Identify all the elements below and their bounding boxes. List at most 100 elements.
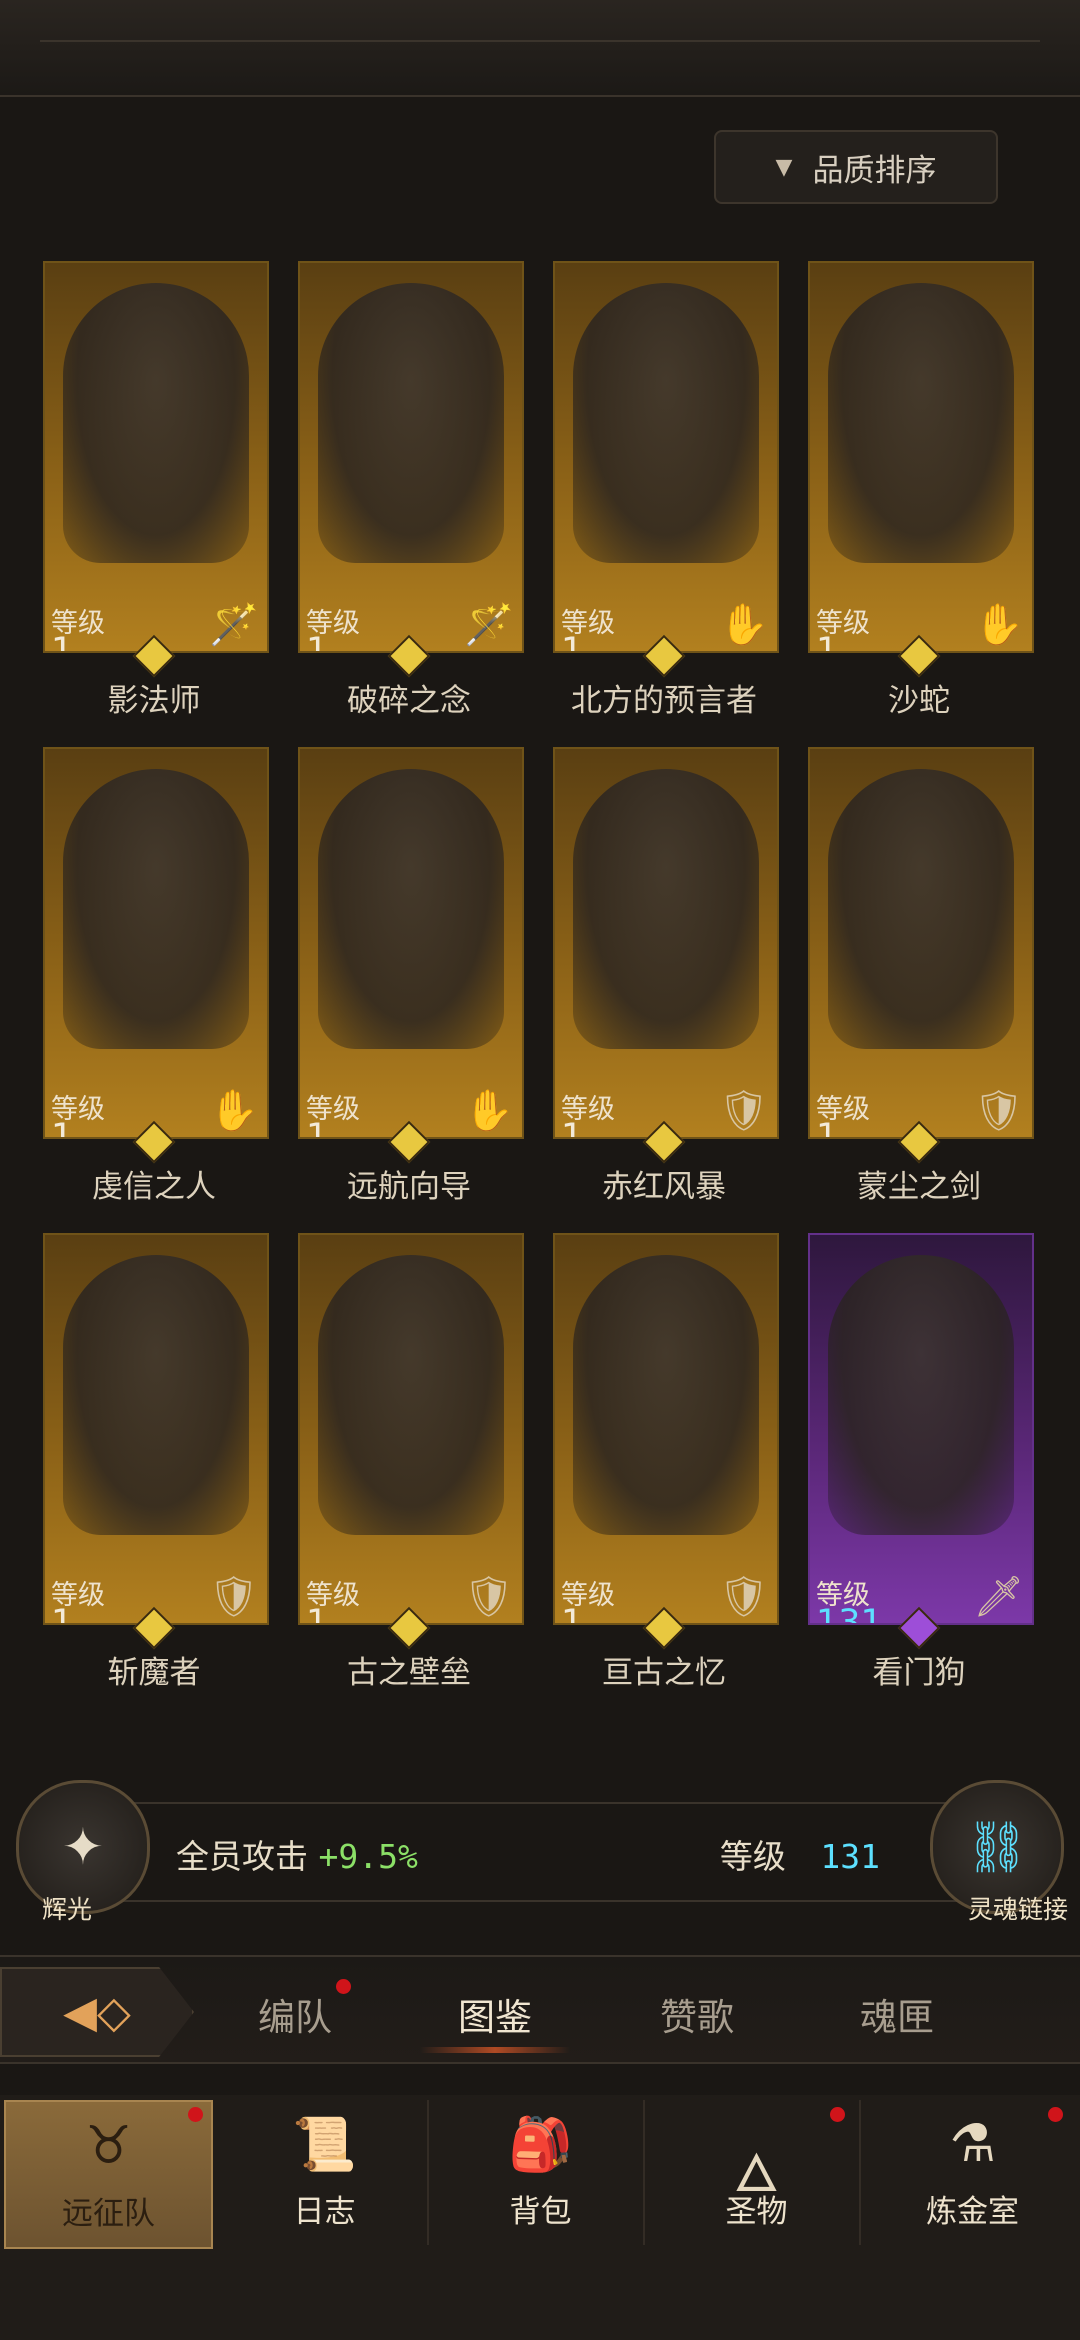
level-value: 1 [306,1603,329,1625]
hero-card[interactable]: 等级 1 🛡 蒙尘之剑 [803,731,1035,1205]
hero-card[interactable]: 等级 1 🛡 古之壁垒 [293,1217,525,1691]
hero-card[interactable]: 等级 1 ✋ 北方的预言者 [548,245,780,719]
shield-icon: 🛡 [718,1574,769,1620]
hero-name: 北方的预言者 [571,683,757,719]
hero-portrait: 等级 1 ✋ [553,261,779,653]
nav-expedition[interactable]: ♉ 远征队 [4,2100,213,2249]
back-button[interactable]: ◀◇ [0,1967,194,2057]
nav-backpack[interactable]: 🎒 背包 [438,2100,645,2245]
tab-formation[interactable]: 编队 [225,1987,365,2041]
hero-card[interactable]: 等级 1 ✋ 沙蛇 [803,245,1035,719]
hero-name: 影法师 [107,683,201,719]
tab-soul-box-label: 魂匣 [860,1996,934,2039]
hero-portrait: 等级 1 🛡 [808,747,1034,1139]
hero-figure [63,1255,249,1535]
level-value: 1 [51,631,74,653]
torch-icon: 🜂 [733,2144,780,2204]
nav-backpack-label: 背包 [509,2194,572,2230]
hero-figure [318,1255,504,1535]
hero-figure [828,283,1014,563]
compass-star-icon: ✦ [62,1818,104,1876]
notification-badge [188,2107,203,2122]
level-value: 1 [306,1117,329,1139]
hand-icon: ✋ [719,602,769,648]
hero-name: 沙蛇 [888,683,950,719]
hero-name: 看门狗 [872,1655,966,1691]
hero-card[interactable]: 等级 131 🗡 看门狗 [803,1217,1035,1691]
hero-figure [828,1255,1014,1535]
hero-name: 斩魔者 [107,1655,201,1691]
hand-icon: ✋ [209,1088,259,1134]
hero-figure [63,283,249,563]
hero-card[interactable]: 等级 1 🛡 斩魔者 [38,1217,270,1691]
bag-icon: 🎒 [508,2115,573,2175]
level-value: 1 [561,631,584,653]
horned-helmet-icon: ♉ [85,2116,132,2176]
hand-icon: ✋ [464,1088,514,1134]
level-value: 1 [561,1117,584,1139]
active-tab-indicator [420,2047,570,2053]
hero-figure [828,769,1014,1049]
nav-journal[interactable]: 📜 日志 [222,2100,429,2245]
hero-name: 赤红风暴 [602,1169,726,1205]
hero-portrait: 等级 1 ✋ [43,747,269,1139]
hero-name: 虔信之人 [92,1169,216,1205]
triangle-down-icon: ▼ [775,154,793,180]
arrow-left-icon: ◀◇ [63,1986,131,2038]
collection-level: 等级 131 [720,1830,880,1878]
hero-name: 亘古之忆 [602,1655,726,1691]
level-value: 1 [306,631,329,653]
hero-card[interactable]: 等级 1 🛡 赤红风暴 [548,731,780,1205]
tab-hymn[interactable]: 赞歌 [627,1987,767,2041]
hero-figure [573,1255,759,1535]
hero-figure [63,769,249,1049]
bonus-value: +9.5% [318,1837,418,1876]
hero-figure [573,769,759,1049]
radiance-label: 辉光 [42,1895,93,1924]
top-ornament-bar [0,0,1080,97]
hero-portrait: 等级 1 🪄 [43,261,269,653]
tab-soul-box[interactable]: 魂匣 [827,1987,967,2041]
chain-link-icon: ⛓ [965,1817,1029,1876]
level-value: 1 [816,1117,839,1139]
tab-formation-label: 编队 [258,1996,332,2039]
sub-tab-bar: ◀◇ 编队 图鉴 赞歌 魂匣 [0,1955,1080,2064]
hero-card[interactable]: 等级 1 🪄 破碎之念 [293,245,525,719]
hero-figure [318,769,504,1049]
hero-name: 蒙尘之剑 [857,1169,981,1205]
wand-icon: 🪄 [209,602,259,648]
hero-card[interactable]: 等级 1 🛡 亘古之忆 [548,1217,780,1691]
level-value: 1 [51,1603,74,1625]
hero-card[interactable]: 等级 1 🪄 影法师 [38,245,270,719]
hand-icon: ✋ [974,602,1024,648]
level-value: 1 [816,631,839,653]
hero-card[interactable]: 等级 1 ✋ 虔信之人 [38,731,270,1205]
nav-alchemy[interactable]: ⚗ 炼金室 [870,2100,1075,2245]
hero-portrait: 等级 131 🗡 [808,1233,1034,1625]
hero-portrait: 等级 1 🪄 [298,261,524,653]
collection-bonus-bar: ✦ 辉光 全员攻击 +9.5% 等级 131 ⛓ 灵魂链接 [0,1780,1080,1924]
hero-figure [318,283,504,563]
quality-sort-button[interactable]: ▼ 品质排序 [714,130,998,204]
notification-badge [830,2107,845,2122]
sword-icon: 🗡 [973,1574,1024,1620]
level-value: 1 [561,1603,584,1625]
nav-alchemy-label: 炼金室 [926,2194,1019,2230]
nav-relics[interactable]: 🜂 圣物 [654,2100,861,2245]
bottom-nav: ♉ 远征队 📜 日志 🎒 背包 🜂 圣物 ⚗ 炼金室 [0,2095,1080,2340]
hero-figure [573,283,759,563]
hero-card[interactable]: 等级 1 ✋ 远航向导 [293,731,525,1205]
alchemy-icon: ⚗ [949,2114,996,2174]
sort-label: 品质排序 [812,152,937,189]
collection-level-value: 131 [820,1837,880,1876]
tab-codex[interactable]: 图鉴 [425,1987,565,2041]
shield-icon: 🛡 [973,1088,1024,1134]
hero-name: 古之壁垒 [347,1655,471,1691]
hero-portrait: 等级 1 🛡 [553,1233,779,1625]
scroll-icon: 📜 [292,2115,357,2175]
nav-journal-label: 日志 [293,2194,356,2230]
divider [110,1802,970,1804]
nav-expedition-label: 远征队 [62,2196,155,2232]
shield-icon: 🛡 [463,1574,514,1620]
hero-portrait: 等级 1 🛡 [298,1233,524,1625]
